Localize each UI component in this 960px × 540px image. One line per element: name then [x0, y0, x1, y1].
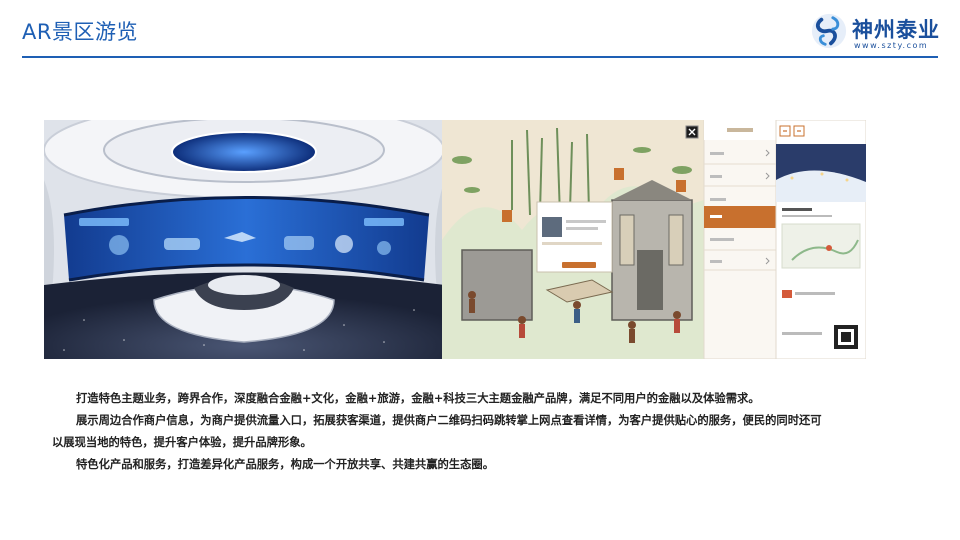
logo-name: 神州泰业 — [852, 17, 940, 42]
paragraph-1: 打造特色主题业务，跨界合作，深度融合金融+文化，金融+旅游，金融+科技三大主题金… — [76, 392, 760, 405]
company-logo: 神州泰业 www.szty.com — [810, 10, 940, 52]
logo-url: www.szty.com — [854, 41, 929, 50]
body-text: 打造特色主题业务，跨界合作，深度融合金融+文化，金融+旅游，金融+科技三大主题金… — [52, 388, 822, 476]
exhibition-hall-image — [44, 120, 445, 359]
slide: AR景区游览 神州泰业 www.szty.com 打造特色主题业务，跨界合作，深… — [0, 0, 960, 540]
header-rule — [22, 56, 938, 58]
ar-scenic-app-image — [442, 120, 866, 359]
paragraph-2: 展示周边合作商户信息，为商户提供流量入口，拓展获客渠道，提供商户二维码扫码跳转掌… — [52, 414, 822, 449]
paragraph-3: 特色化产品和服务，打造差异化产品服务，构成一个开放共享、共建共赢的生态圈。 — [76, 458, 494, 471]
page-title: AR景区游览 — [22, 20, 138, 44]
logo-mark-icon — [811, 13, 847, 49]
